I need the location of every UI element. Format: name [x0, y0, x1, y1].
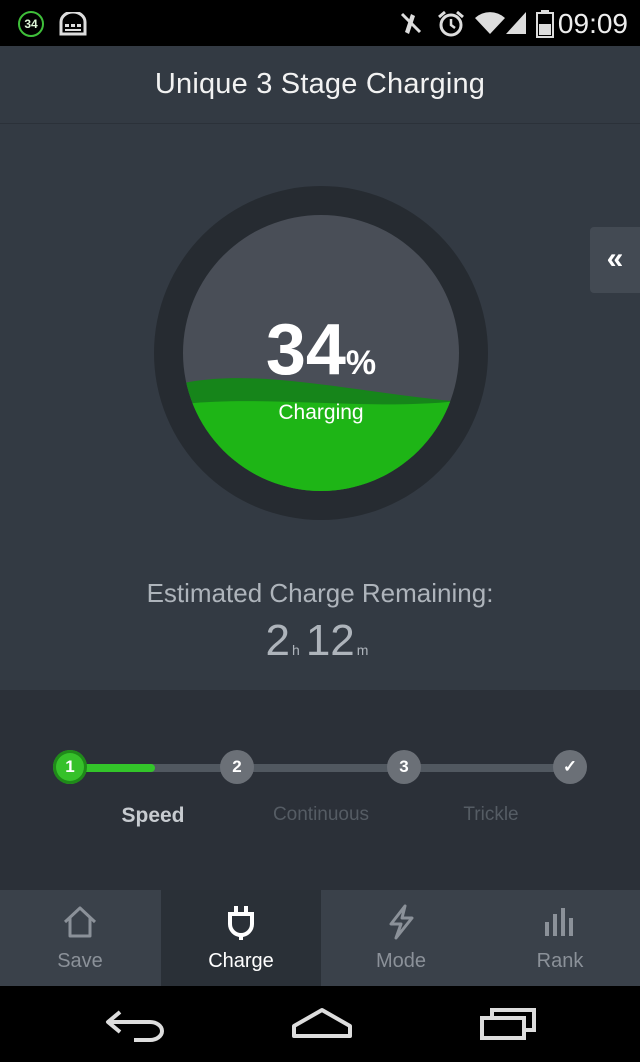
stage-label-trickle: Trickle [463, 804, 519, 825]
battery-icon [536, 10, 554, 38]
tab-charge[interactable]: Charge [161, 890, 321, 986]
app-header: Unique 3 Stage Charging [0, 46, 640, 124]
estimate-time: 2 h 12 m [0, 616, 640, 666]
stage-panel: 1 2 3 ✓ Speed Continuous Trickle [0, 690, 640, 890]
page-title: Unique 3 Stage Charging [154, 68, 486, 100]
estimate-minutes: 12 [305, 616, 355, 665]
estimate-label: Estimated Charge Remaining: [146, 578, 494, 608]
tab-mode-label: Mode [375, 950, 427, 972]
alarm-icon [438, 10, 464, 37]
tab-charge-label: Charge [208, 950, 274, 972]
tab-save[interactable]: Save [0, 890, 160, 986]
signal-icon [506, 12, 526, 34]
keyboard-icon [59, 12, 87, 36]
bar-chart-icon [545, 908, 573, 936]
estimate-hours: 2 [265, 616, 291, 665]
house-icon [63, 906, 97, 938]
clock: 09:09 [557, 8, 628, 39]
plug-icon [228, 906, 254, 940]
stage-node-trickle: 3 [387, 750, 421, 784]
wifi-icon [475, 12, 505, 35]
lightning-icon [389, 904, 414, 940]
tab-save-label: Save [57, 950, 103, 972]
stage-node-speed: 1 [53, 750, 87, 784]
tab-rank-label: Rank [536, 950, 584, 972]
mute-icon [400, 12, 422, 34]
app-screen: Unique 3 Stage Charging « 34% Charging E… [0, 46, 640, 986]
system-nav-bar [0, 986, 640, 1062]
stage-label-continuous: Continuous [272, 804, 370, 825]
recents-icon[interactable] [478, 1006, 538, 1042]
stage-label-speed: Speed [121, 804, 185, 827]
back-icon[interactable] [104, 1006, 166, 1042]
bottom-nav: Save Charge Mode Rank [0, 890, 640, 986]
stage-node-complete: ✓ [553, 750, 587, 784]
tab-rank[interactable]: Rank [480, 890, 640, 986]
status-bar: 34 09:09 [0, 0, 640, 46]
battery-gauge [154, 186, 488, 520]
tab-mode[interactable]: Mode [321, 890, 481, 986]
home-icon[interactable] [290, 1006, 354, 1042]
side-drawer-toggle[interactable]: « [590, 227, 640, 293]
stage-track [70, 764, 570, 772]
stage-node-continuous: 2 [220, 750, 254, 784]
estimate-hours-unit: h [292, 642, 300, 658]
estimate-minutes-unit: m [356, 642, 369, 658]
battery-badge-icon: 34 [18, 11, 44, 37]
